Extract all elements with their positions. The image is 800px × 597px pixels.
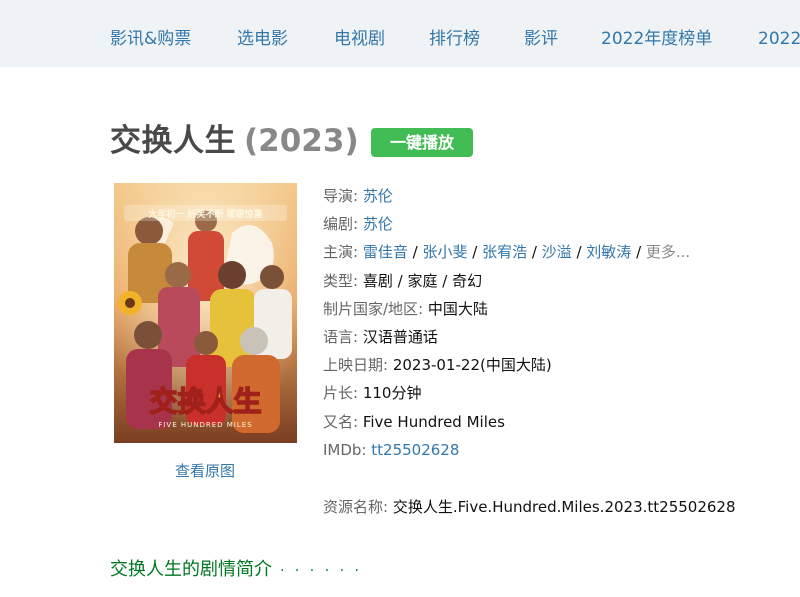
synopsis-heading-text: 交换人生的剧情简介 [110, 559, 272, 580]
writer-label: 编剧 [323, 215, 354, 234]
genre-value: 喜剧 [362, 271, 393, 290]
nav-item-showtimes[interactable]: 影讯&购票 [110, 26, 191, 52]
poster-subtitle-text: FIVE HUNDRED MILES [158, 421, 252, 429]
language-value: 汉语普通话 [362, 327, 438, 346]
resource-name-row: 资源名称: 交换人生.Five.Hundred.Miles.2023.tt255… [323, 498, 736, 516]
info-cast-row: 主演: 雷佳音 / 张小斐 / 张宥浩 / 沙溢 / 刘敏涛 / 更多... [323, 243, 691, 262]
movie-info: 导演: 苏伦 编剧: 苏伦 主演: 雷佳音 / 张小斐 / 张宥浩 / 沙溢 /… [323, 182, 690, 464]
cast-more-link[interactable]: 更多... [646, 243, 690, 261]
imdb-label: IMDb [323, 440, 362, 459]
info-runtime-row: 片长: 110分钟 [323, 384, 422, 403]
runtime-label: 片长 [323, 384, 354, 403]
language-label: 语言 [323, 327, 354, 346]
country-value: 中国大陆 [427, 299, 488, 318]
cast-label: 主演 [323, 243, 354, 262]
info-director-row: 导演: 苏伦 [323, 187, 393, 205]
nav-item-2022-annual[interactable]: 2022年度榜单 [601, 26, 712, 52]
view-original-image-link[interactable]: 查看原图 [110, 460, 300, 482]
nav-item-reviews[interactable]: 影评 [524, 26, 558, 52]
genre-value: 家庭 [407, 271, 438, 290]
movie-year: (2023) [244, 123, 359, 159]
imdb-link[interactable]: tt25502628 [371, 441, 459, 459]
info-country-row: 制片国家/地区: 中国大陆 [323, 299, 488, 318]
country-label: 制片国家/地区 [323, 299, 419, 318]
info-genre-row: 类型: 喜剧 / 家庭 / 奇幻 [323, 271, 483, 290]
resource-label: 资源名称 [323, 498, 384, 516]
movie-title: 交换人生 [110, 123, 236, 159]
resource-name-value: 交换人生.Five.Hundred.Miles.2023.tt25502628 [392, 498, 736, 516]
one-click-play-button[interactable]: 一键播放 [371, 128, 473, 157]
writer-link[interactable]: 苏伦 [363, 215, 393, 233]
info-imdb-row: IMDb: tt25502628 [323, 440, 460, 459]
aka-value: Five Hundred Miles [362, 412, 505, 431]
director-label: 导演 [323, 187, 354, 205]
info-language-row: 语言: 汉语普通话 [323, 327, 438, 346]
info-writer-row: 编剧: 苏伦 [323, 215, 393, 234]
cast-link[interactable]: 张宥浩 [482, 243, 527, 261]
cast-link[interactable]: 刘敏涛 [586, 243, 631, 261]
poster-image: 大年初一 好笑不断 暖暖惊喜 交换人生 FIVE HUNDRED MILES [114, 183, 297, 443]
cast-link[interactable]: 张小斐 [422, 243, 467, 261]
poster-banner-text: 大年初一 好笑不断 暖暖惊喜 [148, 208, 262, 220]
poster-logo-text: 交换人生 [149, 385, 261, 418]
nav-item-2022-truncated[interactable]: 2022 [758, 26, 800, 52]
director-link[interactable]: 苏伦 [363, 187, 393, 205]
aka-label: 又名 [323, 412, 354, 431]
nav-item-movies[interactable]: 选电影 [237, 26, 288, 52]
cast-link[interactable]: 雷佳音 [363, 243, 408, 261]
genre-label: 类型 [323, 271, 354, 290]
info-release-row: 上映日期: 2023-01-22(中国大陆) [323, 356, 552, 375]
release-value: 2023-01-22(中国大陆) [392, 356, 552, 375]
release-label: 上映日期 [323, 356, 384, 375]
movie-poster[interactable]: 大年初一 好笑不断 暖暖惊喜 交换人生 FIVE HUNDRED MILES [114, 183, 297, 443]
info-aka-row: 又名: Five Hundred Miles [323, 412, 505, 431]
nav-item-tv[interactable]: 电视剧 [334, 26, 385, 52]
nav-item-charts[interactable]: 排行榜 [429, 26, 480, 52]
genre-value: 奇幻 [452, 271, 483, 290]
synopsis-heading-dots: · · · · · · [280, 563, 362, 579]
runtime-value: 110分钟 [362, 384, 422, 403]
synopsis-heading: 交换人生的剧情简介 · · · · · · [110, 556, 362, 585]
page-title: 交换人生 (2023) [110, 118, 359, 164]
top-nav-bar: 影讯&购票 选电影 电视剧 排行榜 影评 2022年度榜单 2022 [0, 0, 800, 67]
cast-link[interactable]: 沙溢 [542, 243, 572, 261]
